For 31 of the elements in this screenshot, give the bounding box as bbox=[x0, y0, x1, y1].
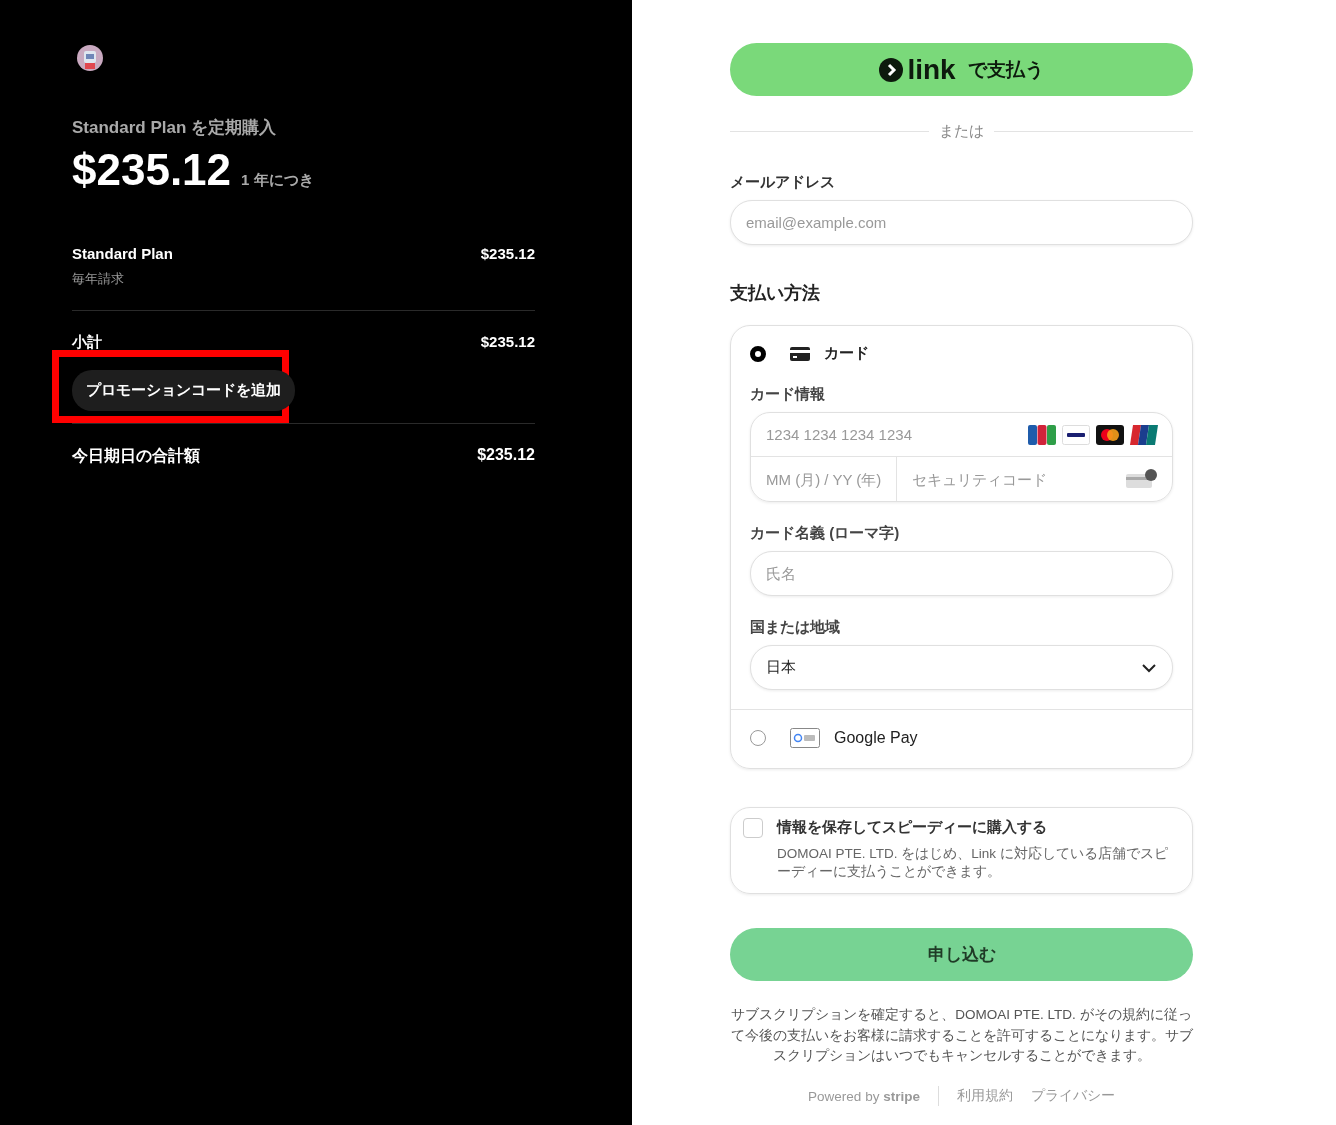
cardholder-field[interactable]: 氏名 bbox=[750, 551, 1173, 596]
save-info-title: 情報を保存してスピーディーに購入する bbox=[777, 818, 1048, 837]
add-promo-code-button[interactable]: プロモーションコードを追加 bbox=[72, 370, 295, 411]
subscribe-button[interactable]: 申し込む bbox=[730, 928, 1193, 982]
save-info-description: DOMOAI PTE. LTD. をはじめ、Link に対応している店舗でスピーディーに支払うことができます。 bbox=[777, 845, 1169, 882]
powered-by-text: Powered by stripe bbox=[808, 1088, 920, 1104]
card-number-input[interactable]: 1234 1234 1234 1234 bbox=[751, 426, 1028, 443]
plan-title: Standard Plan を定期購入 bbox=[72, 117, 278, 139]
total-amount: $235.12 bbox=[477, 446, 535, 464]
item-amount: $235.12 bbox=[480, 245, 535, 262]
google-pay-option-label: Google Pay bbox=[834, 729, 918, 747]
country-label: 国または地域 bbox=[750, 618, 841, 637]
card-info-label: カード情報 bbox=[750, 385, 826, 404]
or-divider-text: または bbox=[939, 122, 984, 141]
price: $235.12 bbox=[72, 145, 232, 195]
country-select[interactable]: 日本 bbox=[750, 645, 1173, 690]
card-option-label: カード bbox=[824, 344, 869, 363]
billing-period: 1 年につき bbox=[241, 171, 314, 190]
expiry-input[interactable]: MM (月) / YY (年) bbox=[751, 457, 897, 501]
security-code-input[interactable]: セキュリティコード bbox=[897, 470, 1126, 488]
link-pay-button[interactable]: link で支払う bbox=[730, 43, 1193, 96]
item-note: 毎年請求 bbox=[72, 270, 125, 288]
subtotal-label: 小計 bbox=[72, 333, 102, 352]
payment-method-heading: 支払い方法 bbox=[730, 282, 821, 305]
email-label: メールアドレス bbox=[730, 173, 836, 192]
item-name: Standard Plan bbox=[72, 245, 173, 262]
subtotal-amount: $235.12 bbox=[480, 333, 535, 350]
cardholder-label: カード名義 (ローマ字) bbox=[750, 524, 901, 543]
total-label: 今日期日の合計額 bbox=[72, 446, 200, 466]
email-field[interactable]: email@example.com bbox=[730, 200, 1193, 245]
terms-text: サブスクリプションを確定すると、DOMOAI PTE. LTD. がその規約に従って今後の支払いをお客様に請求することを許可することになります。サブスクリプションはいつでもキャンセルすることができます。 bbox=[730, 1006, 1193, 1065]
